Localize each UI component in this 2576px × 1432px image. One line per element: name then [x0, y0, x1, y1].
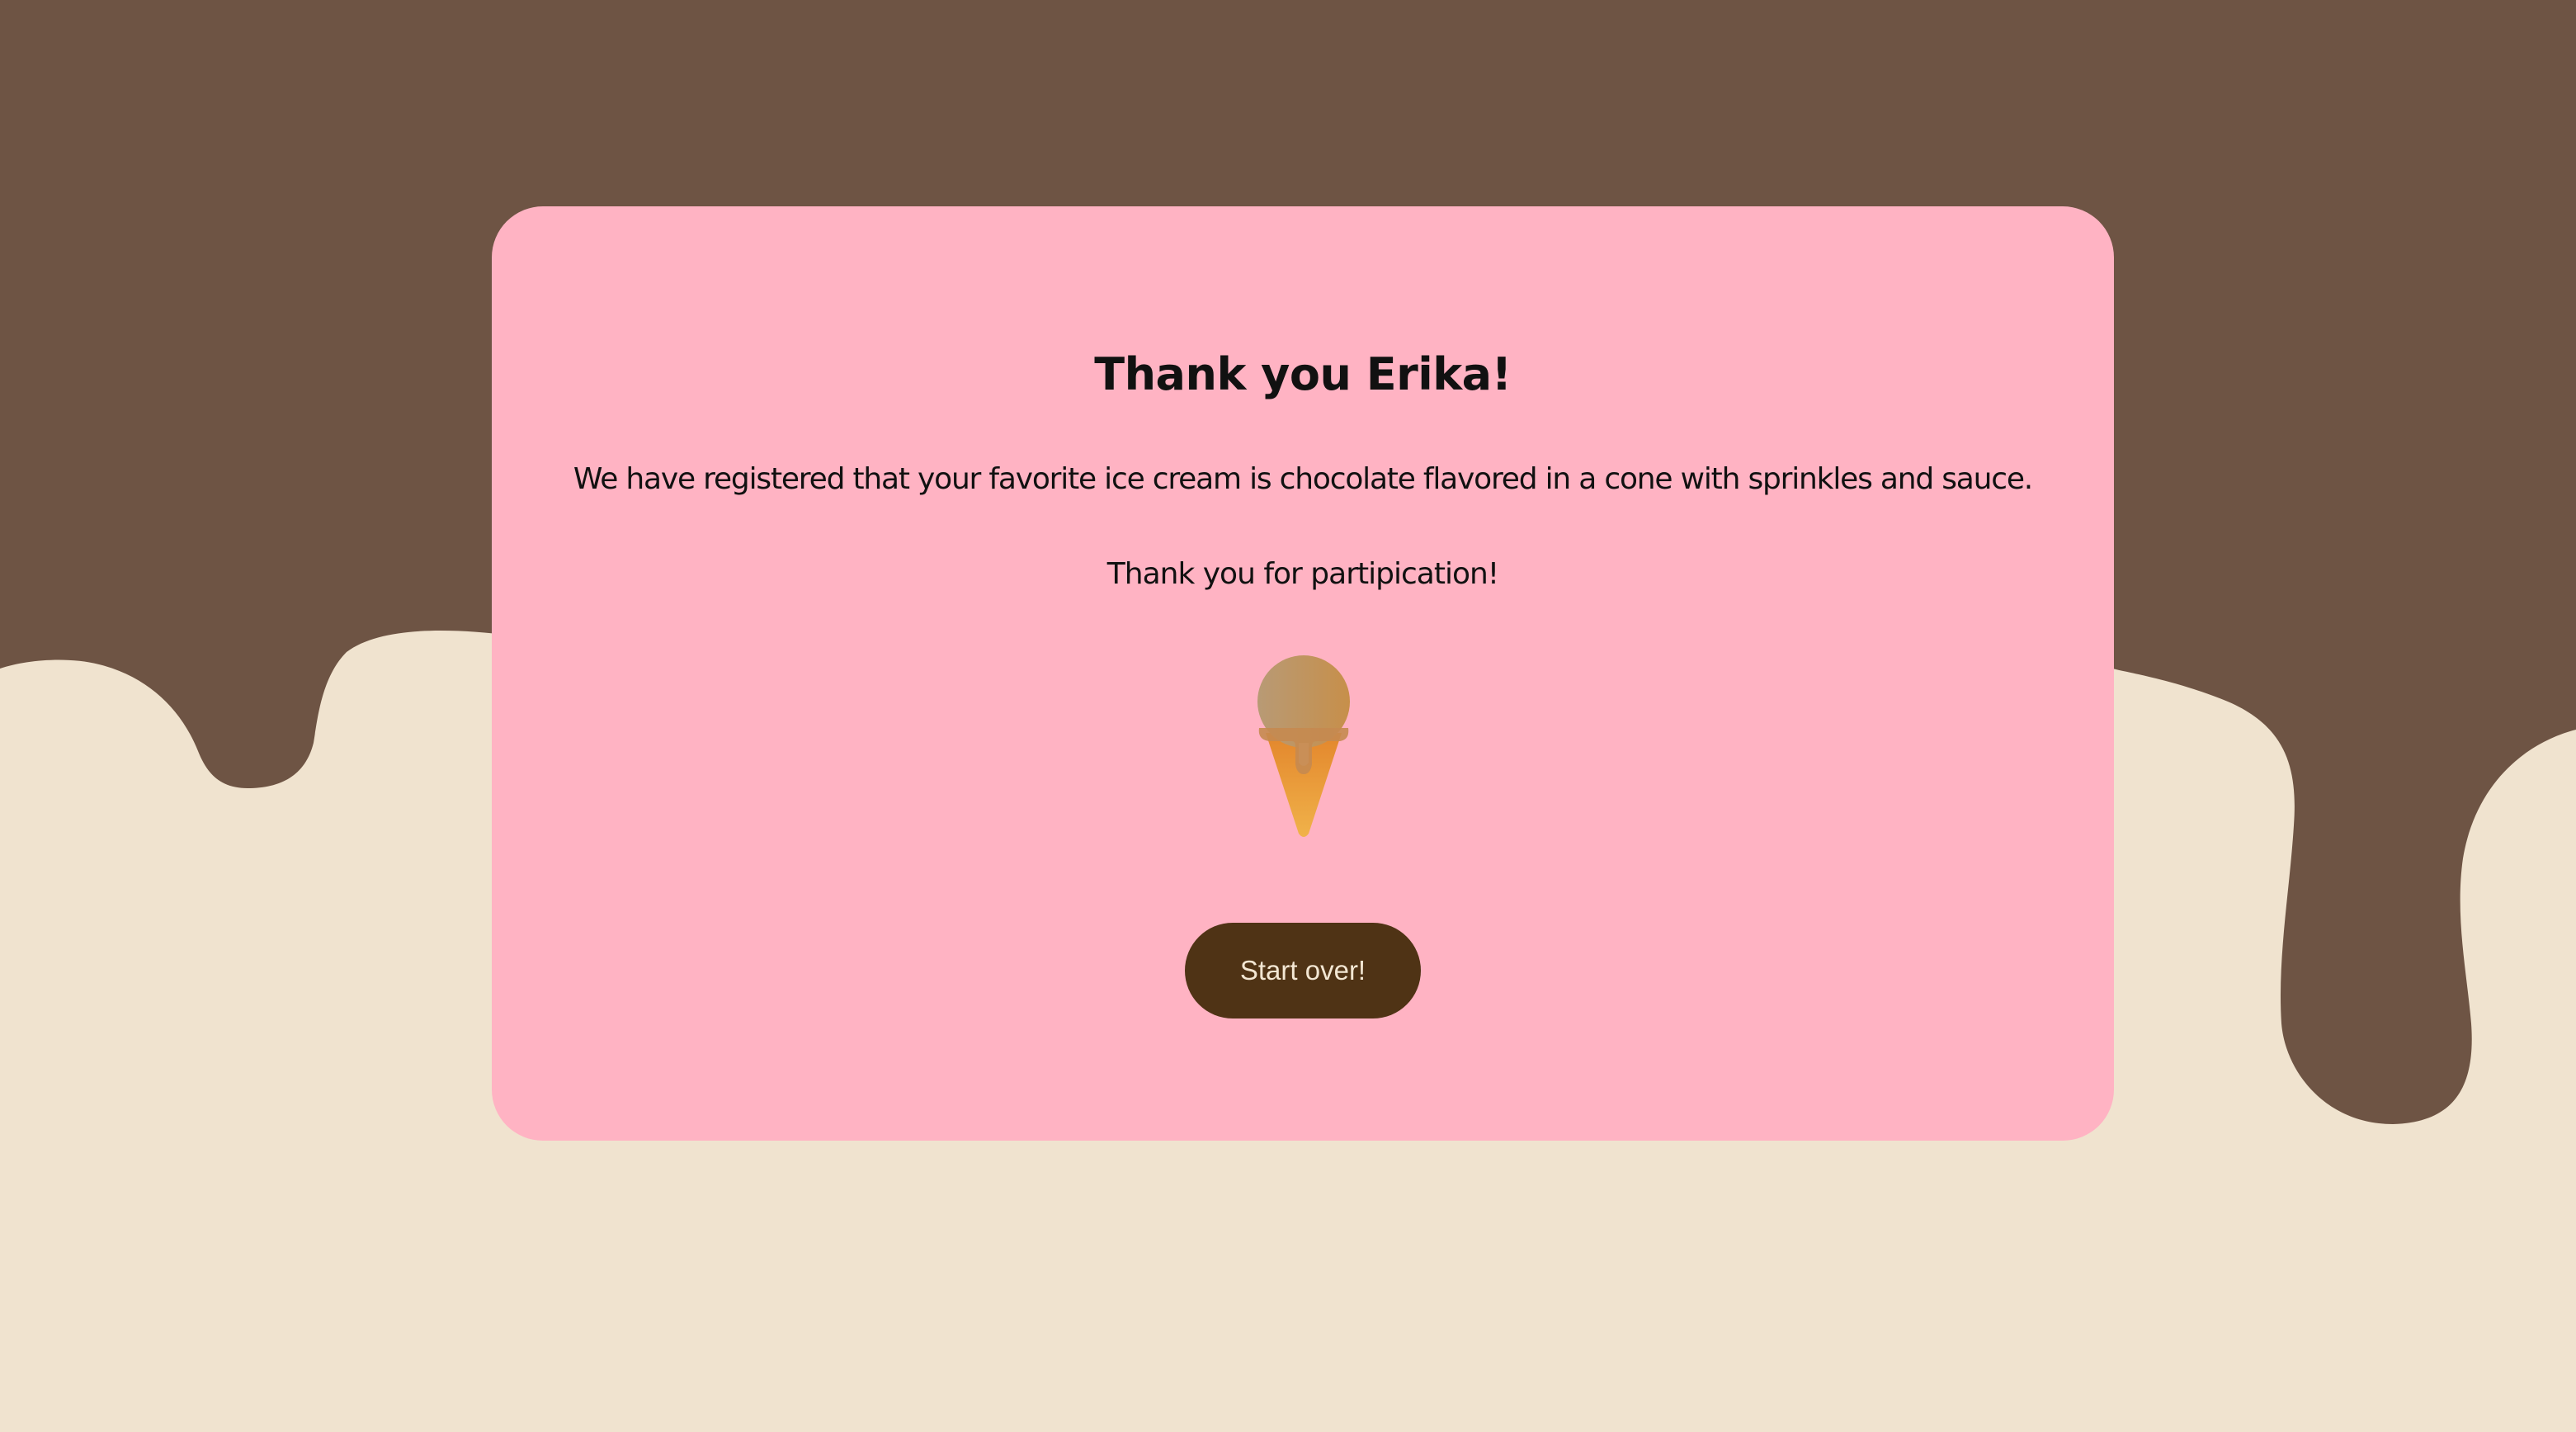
start-over-button[interactable]: Start over! — [1185, 923, 1421, 1018]
registration-message: We have registered that your favorite ic… — [573, 462, 2033, 496]
ice-cream-cone-icon — [1249, 654, 1358, 844]
participation-message: Thank you for partipication! — [1106, 557, 1499, 591]
page-title: Thank you Erika! — [1094, 348, 1512, 400]
thank-you-card: Thank you Erika! We have registered that… — [492, 206, 2114, 1141]
page-background: Thank you Erika! We have registered that… — [0, 0, 2576, 1432]
